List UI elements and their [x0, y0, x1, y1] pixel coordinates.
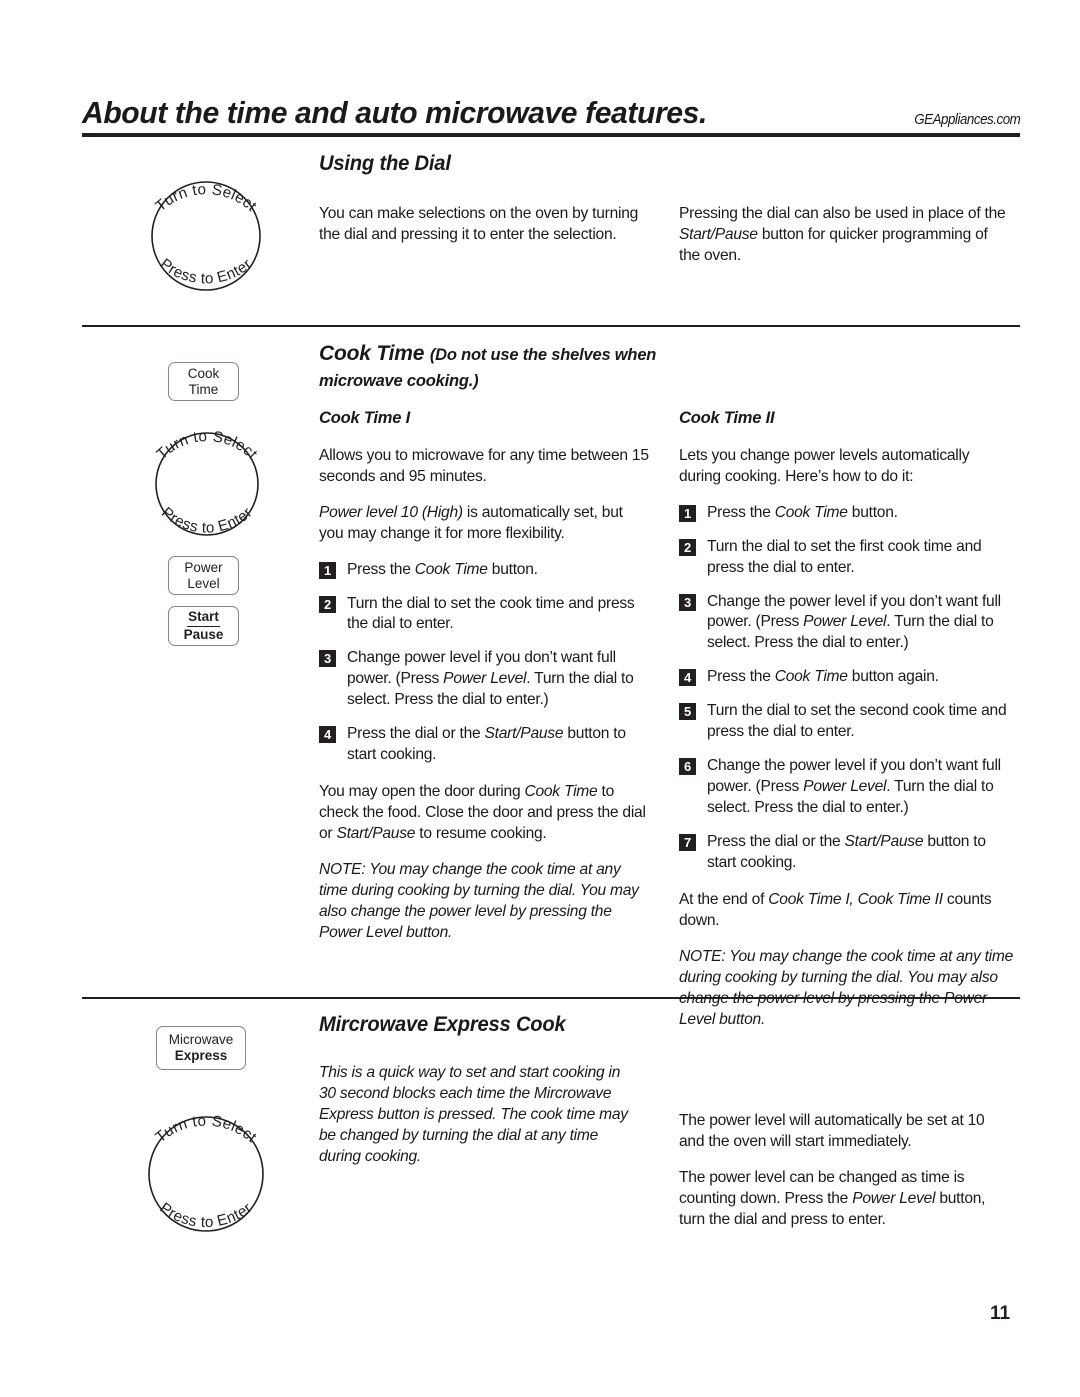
header-divider	[82, 133, 1020, 137]
start-pause-reference: Start/Pause	[336, 825, 416, 843]
step-text-pre: Press the dial or the	[707, 833, 845, 851]
step-number-badge: 6	[679, 758, 696, 776]
step-item: 4 Press the Cook Time button again.	[679, 667, 1015, 688]
step-item: 3 Change the power level if you don’t wan…	[679, 592, 1015, 655]
cook-time-ii-intro: Lets you change power levels automatical…	[679, 446, 970, 485]
express-right-paragraph-2: The power level can be changed as time i…	[679, 1168, 1009, 1231]
step-text-italic: Power Level	[803, 778, 887, 796]
cook-time-button-line2: Time	[188, 381, 219, 397]
subheading-cook-time-i: Cook Time I	[319, 408, 411, 427]
step-item: 4 Press the dial or the Start/Pause butto…	[319, 724, 649, 766]
step-text-italic: Power Level	[803, 613, 887, 631]
start-pause-reference: Start/Pause	[679, 225, 758, 243]
step-number-badge: 1	[319, 561, 336, 579]
step-item: 5 Turn the dial to set the second cook ti…	[679, 701, 1015, 743]
using-dial-left-paragraph: You can make selections on the oven by t…	[319, 205, 639, 243]
express-left-paragraph: This is a quick way to set and start coo…	[319, 1064, 628, 1165]
using-dial-right-part1: Pressing the dial can also be used in pl…	[679, 205, 1006, 222]
cook-time-reference: Cook Time	[524, 783, 598, 801]
step-text-pre: Turn the dial to set the cook time and p…	[347, 594, 635, 633]
section-microwave-express-cook: Mircrowave Express Cook This is a quick …	[319, 1013, 1019, 1228]
step-item: 6 Change the power level if you don’t wan…	[679, 756, 1015, 819]
step-text-italic: Power Level	[443, 670, 527, 688]
step-item: 1 Press the Cook Time button.	[319, 560, 649, 581]
power-level-10-reference: Power level 10 (High)	[319, 503, 463, 521]
step-item: 2 Turn the dial to set the cook time and …	[319, 594, 649, 636]
step-text-post: button.	[487, 560, 538, 578]
step-item: 1 Press the Cook Time button.	[679, 503, 1015, 524]
step-text-pre: Turn the dial to set the first cook time…	[707, 537, 982, 576]
step-number-badge: 3	[679, 593, 696, 611]
section-heading-express: Mircrowave Express Cook	[319, 1013, 566, 1036]
start-pause-button[interactable]: Start Pause	[168, 606, 239, 646]
step-number-badge: 4	[319, 726, 336, 744]
step-text-italic: Cook Time	[414, 560, 488, 578]
power-level-button[interactable]: Power Level	[168, 556, 239, 595]
end-part1: At the end of	[679, 891, 769, 909]
microwave-express-button[interactable]: Microwave Express	[156, 1026, 246, 1070]
express-right-paragraph-1: The power level will automatically be se…	[679, 1112, 985, 1150]
cook-time-heading-main: Cook Time	[319, 342, 425, 365]
page-header: About the time and auto microwave featur…	[82, 95, 1020, 139]
step-text-post: button again.	[847, 668, 939, 686]
start-pause-button-pause: Pause	[183, 627, 224, 642]
power-level-reference: Power Level	[852, 1189, 936, 1207]
section-using-the-dial: Using the Dial You can make selections o…	[319, 152, 1019, 294]
cook-time-ii-end-paragraph: At the end of Cook Time I, Cook Time II …	[679, 890, 1015, 932]
start-pause-button-start: Start	[187, 609, 220, 627]
power-level-button-line2: Level	[187, 575, 220, 591]
dial-graphic-cook-time: Turn to Select Press to Enter	[134, 412, 280, 552]
step-item: 2 Turn the dial to set the first cook tim…	[679, 537, 1015, 579]
cook-time-button[interactable]: Cook Time	[168, 362, 239, 401]
cook-time-i-column: Cook Time I Allows you to microwave for …	[319, 409, 649, 944]
step-number-badge: 2	[319, 595, 336, 613]
microwave-express-button-line1: Microwave	[168, 1032, 234, 1048]
step-text-italic: Start/Pause	[484, 725, 564, 743]
section-cook-time: Cook Time (Do not use the shelves when m…	[319, 341, 1019, 1028]
step-text-pre: Press the dial or the	[347, 725, 485, 743]
dial-graphic-using-the-dial: Turn to Select Press to Enter	[128, 160, 284, 305]
power-level-button-line1: Power	[184, 559, 223, 575]
cook-time-i-door-paragraph: You may open the door during Cook Time t…	[319, 782, 649, 845]
step-text-pre: Press the	[347, 560, 415, 578]
cook-time-i-ii-reference: Cook Time I, Cook Time II	[768, 891, 943, 909]
step-number-badge: 3	[319, 650, 336, 668]
using-dial-right-paragraph: Pressing the dial can also be used in pl…	[679, 204, 1009, 267]
subheading-cook-time-ii: Cook Time II	[679, 408, 775, 427]
page-number: 11	[989, 1303, 1011, 1324]
step-text-italic: Cook Time	[774, 503, 848, 521]
step-text-italic: Cook Time	[774, 668, 848, 686]
step-number-badge: 7	[679, 834, 696, 852]
dial-graphic-express: Turn to Select Press to Enter	[126, 1092, 286, 1292]
website-url: GEAppliances.com	[913, 112, 1021, 128]
step-text-post: button.	[847, 503, 898, 521]
cook-time-i-intro: Allows you to microwave for any time bet…	[319, 446, 649, 485]
cook-time-i-power-note: Power level 10 (High) is automatically s…	[319, 503, 649, 545]
page-title: About the time and auto microwave featur…	[82, 95, 707, 130]
step-number-badge: 4	[679, 669, 696, 687]
step-item: 7 Press the dial or the Start/Pause butto…	[679, 832, 1015, 874]
step-number-badge: 5	[679, 703, 696, 721]
step-text-pre: Press the	[707, 668, 775, 686]
step-text-pre: Press the	[707, 503, 775, 521]
step-text-italic: Start/Pause	[844, 833, 924, 851]
section-divider-cook-time	[82, 325, 1020, 327]
section-heading-using-the-dial: Using the Dial	[319, 152, 451, 175]
door-part1: You may open the door during	[319, 783, 525, 801]
step-text-pre: Turn the dial to set the second cook tim…	[707, 702, 1007, 741]
cook-time-i-note: NOTE: You may change the cook time at an…	[319, 861, 639, 942]
cook-time-button-line1: Cook	[187, 365, 220, 381]
microwave-express-button-line2: Express	[174, 1048, 228, 1063]
door-part3: to resume cooking.	[415, 825, 547, 843]
section-heading-cook-time: Cook Time (Do not use the shelves when m…	[319, 341, 669, 393]
cook-time-ii-column: Cook Time II Lets you change power level…	[679, 409, 1015, 1031]
step-number-badge: 2	[679, 538, 696, 556]
step-item: 3 Change power level if you don’t want fu…	[319, 648, 649, 711]
step-number-badge: 1	[679, 504, 696, 522]
